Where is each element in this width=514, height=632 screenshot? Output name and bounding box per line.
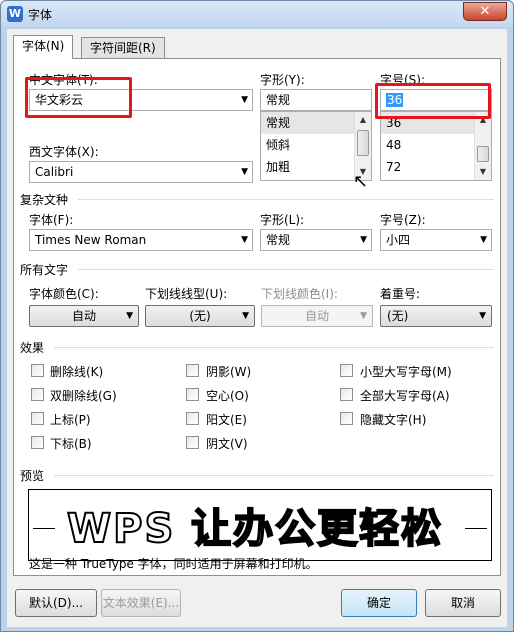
outline-label: 空心(O) — [206, 389, 249, 403]
small-caps-label: 小型大写字母(M) — [360, 365, 452, 379]
scroll-thumb[interactable] — [477, 146, 489, 162]
outline-checkbox[interactable] — [186, 388, 199, 401]
complex-style-value: 常规 — [266, 233, 291, 247]
superscript-label: 上标(P) — [50, 413, 91, 427]
title-bar: W 字体 ✕ — [1, 1, 513, 27]
western-font-select[interactable]: Calibri ▼ — [29, 161, 253, 183]
double-strikethrough-label: 双删除线(G) — [50, 389, 117, 403]
chevron-down-icon: ▼ — [360, 235, 367, 245]
wps-app-icon: W — [7, 6, 23, 22]
style-label: 字形(Y): — [260, 73, 305, 87]
mouse-cursor-icon: ↖ — [353, 171, 369, 192]
divider — [78, 199, 494, 200]
font-color-button[interactable]: 自动 ▼ — [29, 305, 139, 327]
emphasis-button[interactable]: (无) ▼ — [380, 305, 492, 327]
scroll-up-icon[interactable]: ▲ — [355, 112, 371, 128]
style-scrollbar[interactable]: ▲ ▼ — [354, 112, 371, 180]
underline-color-label: 下划线颜色(I): — [261, 287, 338, 301]
complex-font-value: Times New Roman — [35, 233, 147, 247]
underline-color-button[interactable]: 自动 ▼ — [261, 305, 373, 327]
highlight-box-chinese-font — [25, 77, 132, 118]
complex-style-select[interactable]: 常规 ▼ — [260, 229, 372, 251]
double-strikethrough-checkbox[interactable] — [31, 388, 44, 401]
preview-note: 这是一种 TrueType 字体，同时适用于屏幕和打印机。 — [29, 557, 318, 571]
complex-size-select[interactable]: 小四 ▼ — [380, 229, 492, 251]
divider — [54, 475, 494, 476]
underline-style-value: (无) — [189, 309, 211, 323]
chevron-down-icon: ▼ — [241, 95, 248, 105]
size-listbox[interactable]: 36 48 72 ▲ ▼ — [380, 111, 492, 181]
tab-font[interactable]: 字体(N) — [13, 35, 74, 59]
chevron-down-icon: ▼ — [242, 311, 249, 321]
underline-style-button[interactable]: (无) ▼ — [145, 305, 255, 327]
hidden-label: 隐藏文字(H) — [360, 413, 427, 427]
all-text-section-title: 所有文字 — [20, 263, 69, 277]
subscript-checkbox[interactable] — [31, 436, 44, 449]
chevron-down-icon: ▼ — [241, 167, 248, 177]
style-input[interactable]: 常规 — [260, 89, 372, 111]
effects-section-title: 效果 — [20, 341, 45, 355]
all-caps-checkbox[interactable] — [340, 388, 353, 401]
style-value: 常规 — [266, 93, 291, 107]
chevron-down-icon: ▼ — [241, 235, 248, 245]
preview-baseline-right — [465, 528, 487, 529]
underline-color-value: 自动 — [304, 309, 329, 323]
chevron-down-icon: ▼ — [126, 311, 133, 321]
font-tab-panel: 中文字体(T): 华文彩云 ▼ 字形(Y): 常规 常规 倾斜 加粗 ▲ ▼ 字… — [13, 58, 501, 576]
preview-baseline-left — [33, 528, 55, 529]
default-button[interactable]: 默认(D)... — [15, 589, 97, 617]
cancel-button[interactable]: 取消 — [425, 589, 501, 617]
small-caps-checkbox[interactable] — [340, 364, 353, 377]
scroll-thumb[interactable] — [357, 130, 369, 156]
preview-section-title: 预览 — [20, 469, 45, 483]
divider — [78, 269, 494, 270]
font-color-label: 字体颜色(C): — [29, 287, 99, 301]
close-button[interactable]: ✕ — [463, 2, 507, 21]
strikethrough-label: 删除线(K) — [50, 365, 104, 379]
western-font-label: 西文字体(X): — [29, 145, 99, 159]
emphasis-value: (无) — [387, 309, 409, 323]
engrave-label: 阴文(V) — [206, 437, 248, 451]
hidden-checkbox[interactable] — [340, 412, 353, 425]
strikethrough-checkbox[interactable] — [31, 364, 44, 377]
font-dialog: W 字体 ✕ 字体(N) 字符间距(R) 中文字体(T): 华文彩云 ▼ 字形(… — [0, 0, 514, 632]
complex-font-select[interactable]: Times New Roman ▼ — [29, 229, 253, 251]
emphasis-label: 着重号: — [380, 287, 421, 301]
chevron-down-icon: ▼ — [480, 235, 487, 245]
engrave-checkbox[interactable] — [186, 436, 199, 449]
window-title: 字体 — [28, 8, 53, 22]
complex-font-label: 字体(F): — [29, 213, 74, 227]
font-color-value: 自动 — [71, 309, 96, 323]
complex-size-value: 小四 — [386, 233, 411, 247]
size-scrollbar[interactable]: ▲ ▼ — [474, 112, 491, 180]
scroll-down-icon[interactable]: ▼ — [475, 164, 491, 180]
underline-style-label: 下划线线型(U): — [145, 287, 228, 301]
highlight-box-font-size — [375, 83, 491, 119]
complex-style-label: 字形(L): — [260, 213, 305, 227]
subscript-label: 下标(B) — [50, 437, 92, 451]
chevron-down-icon: ▼ — [479, 311, 486, 321]
emboss-checkbox[interactable] — [186, 412, 199, 425]
tab-char-spacing[interactable]: 字符间距(R) — [81, 37, 165, 59]
ok-button[interactable]: 确定 — [341, 589, 417, 617]
shadow-checkbox[interactable] — [186, 364, 199, 377]
preview-box: WPS 让办公更轻松 — [28, 489, 492, 561]
superscript-checkbox[interactable] — [31, 412, 44, 425]
divider — [54, 347, 494, 348]
all-caps-label: 全部大写字母(A) — [360, 389, 450, 403]
text-effect-button[interactable]: 文本效果(E)... — [101, 589, 181, 617]
shadow-label: 阴影(W) — [206, 365, 252, 379]
complex-size-label: 字号(Z): — [380, 213, 426, 227]
emboss-label: 阳文(E) — [206, 413, 247, 427]
western-font-value: Calibri — [35, 165, 74, 179]
chevron-down-icon: ▼ — [360, 311, 367, 321]
preview-text: WPS 让办公更轻松 — [66, 505, 444, 553]
complex-section-title: 复杂文种 — [20, 193, 69, 207]
